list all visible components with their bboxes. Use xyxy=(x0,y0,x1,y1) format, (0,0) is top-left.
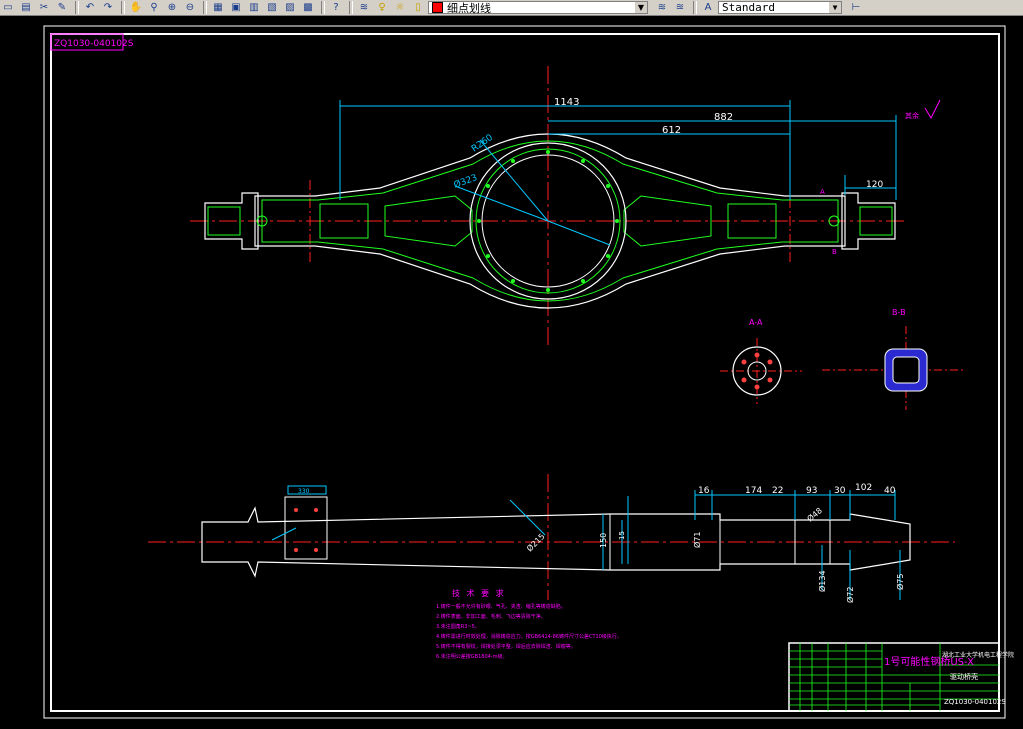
open-icon[interactable]: ▭ xyxy=(0,1,16,15)
section-b-b: B-B xyxy=(822,308,966,410)
layer-color-swatch xyxy=(432,2,443,13)
layer-make-current-icon[interactable]: ≋ xyxy=(654,1,670,15)
tech-note-6: 6.未注明公差按GB1804-m级。 xyxy=(436,653,507,660)
dim-d134: Ø134 xyxy=(817,570,827,592)
bracket-dim: 330 xyxy=(298,488,310,495)
dim-d48: Ø48 xyxy=(805,505,824,523)
toolbar-separator xyxy=(75,1,79,14)
undo-icon[interactable]: ↶ xyxy=(82,1,98,15)
dim-150: 150 xyxy=(599,533,608,548)
section-b-label: B-B xyxy=(892,308,906,317)
dim-22: 22 xyxy=(772,486,783,496)
roughness-note: 其余 xyxy=(905,111,919,120)
tech-note-5: 5.铸件不得有裂纹，焊接处须平整，焊后应去除焊渣、焊瘤等。 xyxy=(436,643,576,650)
section-mark-a: A xyxy=(820,188,825,196)
help-icon[interactable]: ? xyxy=(328,1,344,15)
sheet-set-icon[interactable]: ▧ xyxy=(264,1,280,15)
section-a-label: A-A xyxy=(749,318,763,327)
tech-note-3: 3.未注圆角R3~5。 xyxy=(436,623,480,630)
match-properties-icon[interactable]: ✎ xyxy=(54,1,70,15)
drawing-canvas[interactable]: ZQ1030-040102S R260 Ø323 1143 882 612 12… xyxy=(0,16,1023,725)
chevron-down-icon[interactable]: ▼ xyxy=(829,2,841,13)
toolbar: ▭ ▤ ✂ ✎ ↶ ↷ ✋ ⚲ ⊕ ⊖ ▦ ▣ ▥ ▧ ▨ ▩ ? ≋ ♀ ☼ … xyxy=(0,0,1023,16)
layer-freeze-icon[interactable]: ☼ xyxy=(392,1,408,15)
text-style-icon[interactable]: A xyxy=(700,1,716,15)
section-b-inner xyxy=(892,356,920,384)
dim-882: 882 xyxy=(714,112,733,123)
diameter-leader-end xyxy=(547,220,611,246)
toolbar-separator xyxy=(121,1,125,14)
title-block: 1号可能性钢桥US-X 湖北工业大学机电工程学院 驱动桥壳 ZQ1030-040… xyxy=(788,642,1014,712)
top-view: R260 Ø323 1143 882 612 120 其余 A B xyxy=(190,66,941,345)
dim-1143: 1143 xyxy=(554,97,579,108)
layer-name: 细点划线 xyxy=(447,1,491,15)
tool-palettes-icon[interactable]: ▥ xyxy=(246,1,262,15)
zoom-window-icon[interactable]: ⊕ xyxy=(164,1,180,15)
dim-d72: Ø72 xyxy=(845,587,855,603)
layer-on-icon[interactable]: ♀ xyxy=(374,1,390,15)
layer-dropdown[interactable]: 细点划线 ▼ xyxy=(428,1,648,15)
bottom-view: 330 16 174 22 93 30 102 40 150 15 Ø71 Ø1… xyxy=(148,474,955,603)
cut-icon[interactable]: ✂ xyxy=(36,1,52,15)
text-style-name: Standard xyxy=(722,1,775,14)
dim-612: 612 xyxy=(662,125,681,136)
drawing-number: ZQ1030-040102S xyxy=(944,698,1006,706)
bottom-dim-lines xyxy=(602,490,901,600)
school-name: 湖北工业大学机电工程学院 xyxy=(942,651,1014,659)
tech-note-4: 4.铸件需进行时效处理，消除铸造应力。按GB6414-86铸件尺寸公差CT10级… xyxy=(436,633,622,640)
top-dim-lines xyxy=(339,100,897,200)
tech-note-2: 2.铸件表面、非加工面、毛刺、飞边等清除干净。 xyxy=(436,613,546,620)
d323-label: Ø323 xyxy=(452,172,479,191)
text-style-dropdown[interactable]: Standard ▼ xyxy=(718,1,842,14)
design-center-icon[interactable]: ▣ xyxy=(228,1,244,15)
sheet-title: 驱动桥壳 xyxy=(950,672,978,681)
properties-icon[interactable]: ▦ xyxy=(210,1,226,15)
toolbar-separator xyxy=(203,1,207,14)
toolbar-separator xyxy=(349,1,353,14)
dim-93: 93 xyxy=(806,486,817,496)
bracket-holes xyxy=(294,508,318,552)
layer-lock-icon[interactable]: ▯ xyxy=(410,1,426,15)
dim-d71: Ø71 xyxy=(692,532,702,548)
leader-1 xyxy=(509,499,546,536)
dim-102: 102 xyxy=(855,483,872,493)
dim-d75: Ø75 xyxy=(895,574,905,590)
dim-15: 15 xyxy=(618,531,626,540)
leader-2 xyxy=(271,527,297,541)
save-icon[interactable]: ▤ xyxy=(18,1,34,15)
dimension-style-icon[interactable]: ⊢ xyxy=(848,1,864,15)
dim-120: 120 xyxy=(866,180,883,190)
layer-previous-icon[interactable]: ≊ xyxy=(672,1,688,15)
chevron-down-icon[interactable]: ▼ xyxy=(635,2,647,13)
markup-icon[interactable]: ▨ xyxy=(282,1,298,15)
tech-notes: 技 术 要 求 1.铸件一般不允许有砂眼、气孔、夹渣、缩孔等铸造缺陷。 2.铸件… xyxy=(436,588,622,660)
section-mark-b: B xyxy=(832,248,837,256)
dim-16: 16 xyxy=(698,486,710,496)
radius-leader xyxy=(479,139,549,222)
dim-30: 30 xyxy=(834,486,846,496)
toolbar-separator xyxy=(693,1,697,14)
calculator-icon[interactable]: ▩ xyxy=(300,1,316,15)
pan-icon[interactable]: ✋ xyxy=(128,1,144,15)
toolbar-separator xyxy=(321,1,325,14)
roughness-symbol xyxy=(924,99,941,120)
layer-manager-icon[interactable]: ≋ xyxy=(356,1,372,15)
bracket-plate xyxy=(284,496,328,560)
zoom-realtime-icon[interactable]: ⚲ xyxy=(146,1,162,15)
zoom-previous-icon[interactable]: ⊖ xyxy=(182,1,198,15)
section-a-a: A-A xyxy=(720,318,802,404)
tech-title: 技 术 要 求 xyxy=(452,588,506,598)
tech-note-1: 1.铸件一般不允许有砂眼、气孔、夹渣、缩孔等铸造缺陷。 xyxy=(436,603,566,610)
frame-code: ZQ1030-040102S xyxy=(54,39,134,49)
redo-icon[interactable]: ↷ xyxy=(100,1,116,15)
dim-40: 40 xyxy=(884,486,896,496)
diameter-leader xyxy=(454,185,549,222)
dim-174: 174 xyxy=(745,486,762,496)
drawing-svg: ZQ1030-040102S R260 Ø323 1143 882 612 12… xyxy=(43,25,1014,719)
